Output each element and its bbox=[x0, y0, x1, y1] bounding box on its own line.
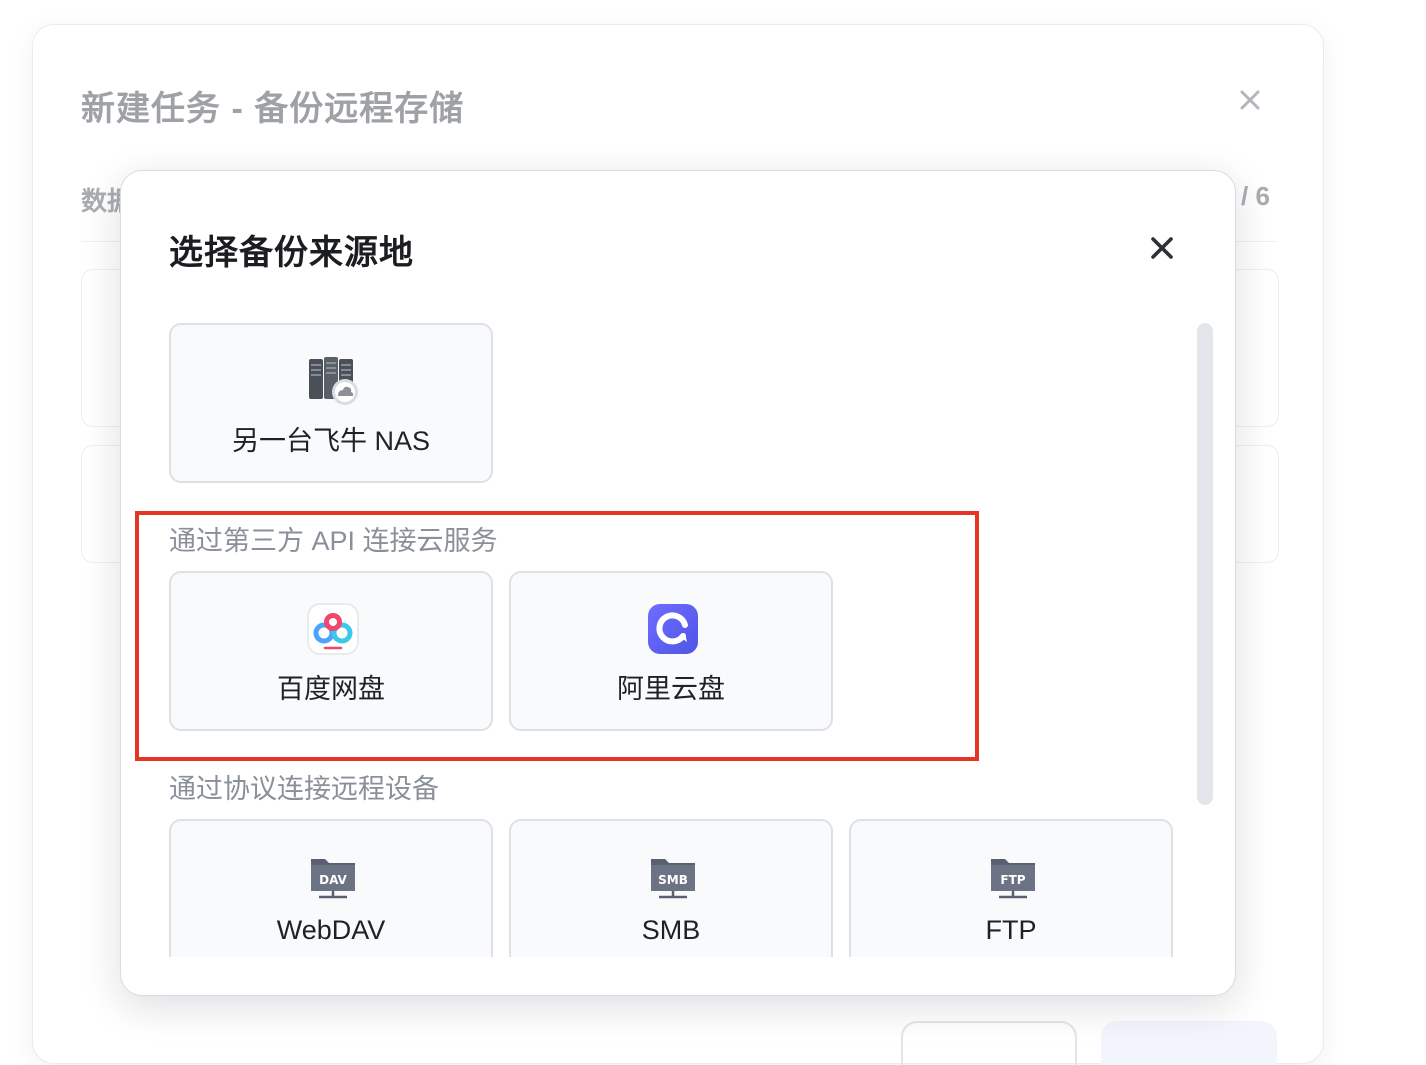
ftp-folder-icon: FTP bbox=[991, 859, 1035, 899]
background-cancel-button bbox=[901, 1021, 1077, 1065]
close-icon bbox=[1240, 90, 1260, 110]
protocol-section-label: 通过协议连接远程设备 bbox=[169, 774, 439, 804]
close-icon[interactable] bbox=[1143, 229, 1181, 267]
background-next-button bbox=[1101, 1021, 1277, 1065]
option-baidu-netdisk[interactable]: 百度网盘 bbox=[169, 571, 493, 731]
option-another-nas[interactable]: 另一台飞牛 NAS bbox=[169, 323, 493, 483]
option-label: 百度网盘 bbox=[277, 674, 385, 704]
smb-folder-icon: SMB bbox=[651, 859, 695, 899]
nas-server-cloud-icon bbox=[309, 357, 358, 405]
option-aliyun-drive[interactable]: 阿里云盘 bbox=[509, 571, 833, 731]
modal-scrollbar[interactable] bbox=[1197, 323, 1213, 805]
option-label: WebDAV bbox=[276, 915, 386, 945]
option-label: FTP bbox=[985, 915, 1037, 945]
select-backup-source-modal: 选择备份来源地 另一台飞牛 NAS 通过第三方 API 连接云服务 百度网盘 阿… bbox=[120, 170, 1236, 996]
webdav-badge-text: DAV bbox=[319, 873, 347, 887]
option-label: 另一台飞牛 NAS bbox=[231, 426, 431, 456]
option-label: SMB bbox=[641, 915, 701, 945]
option-webdav[interactable]: DAV WebDAV bbox=[169, 819, 493, 957]
background-step-count: / 6 bbox=[1241, 181, 1270, 211]
option-smb[interactable]: SMB SMB bbox=[509, 819, 833, 957]
option-ftp[interactable]: FTP FTP bbox=[849, 819, 1173, 957]
cloud-section-label: 通过第三方 API 连接云服务 bbox=[169, 526, 498, 556]
modal-content: 选择备份来源地 另一台飞牛 NAS 通过第三方 API 连接云服务 百度网盘 阿… bbox=[121, 171, 1235, 957]
background-dialog-title: 新建任务 - 备份远程存储 bbox=[81, 90, 465, 128]
modal-title: 选择备份来源地 bbox=[169, 234, 414, 272]
webdav-folder-icon: DAV bbox=[311, 859, 355, 899]
option-label: 阿里云盘 bbox=[617, 674, 725, 704]
baidu-netdisk-icon bbox=[307, 603, 359, 655]
ftp-badge-text: FTP bbox=[1000, 873, 1025, 887]
smb-badge-text: SMB bbox=[658, 873, 688, 887]
aliyun-drive-icon bbox=[648, 604, 698, 654]
